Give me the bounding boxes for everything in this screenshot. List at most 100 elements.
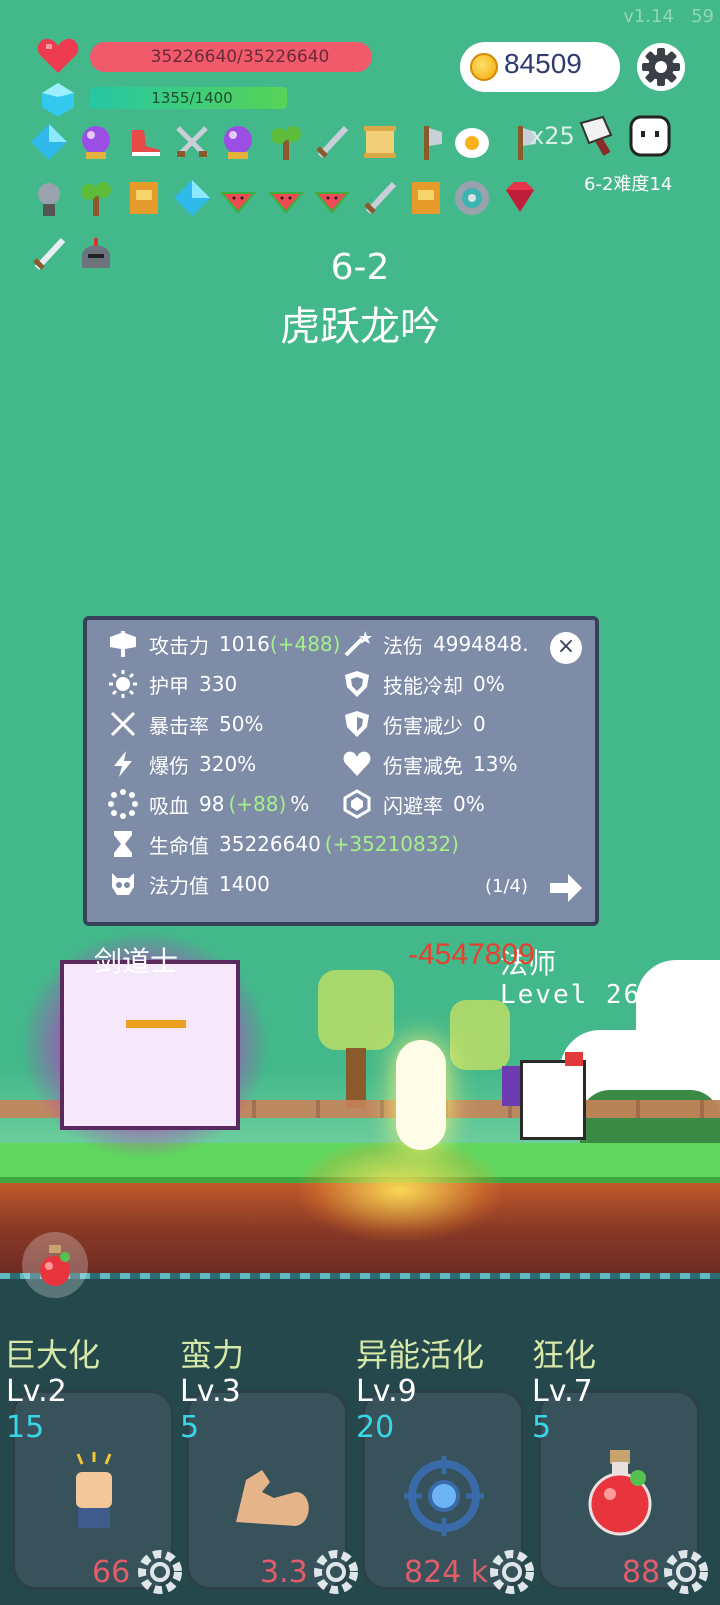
tree-top: [450, 1000, 510, 1070]
stat-crit-damage: 爆伤 320%: [105, 744, 345, 784]
water-line: [0, 1273, 720, 1279]
hourglass-icon: [105, 829, 141, 859]
skill-level: Lv.7: [532, 1374, 593, 1409]
coin-icon: [470, 53, 498, 81]
mp-text: 1355/1400: [151, 89, 233, 107]
target-icon: [404, 1456, 484, 1540]
heart-outline-icon: [339, 749, 375, 779]
player-name: 剑道士: [94, 945, 179, 978]
shield-disc-icon[interactable]: [450, 176, 494, 220]
crossed-swords-icon[interactable]: [170, 120, 214, 164]
auto-cast-gear-icon[interactable]: [138, 1550, 182, 1594]
stats-col-left: 攻击力 1016 (+488) 护甲 330 暴击率 50% 爆伤 320% 吸…: [105, 624, 459, 904]
player-character: [60, 960, 240, 1130]
skill-cost: 5: [180, 1410, 200, 1445]
page-indicator: (1/4): [485, 876, 529, 897]
ruby-icon[interactable]: [498, 176, 542, 220]
potion-icon: [584, 1448, 656, 1540]
watermelon-icon[interactable]: [264, 176, 308, 220]
stat-mana: 法力值 1400: [105, 864, 345, 904]
settings-gear-button[interactable]: [636, 42, 686, 92]
shield-icon: [339, 709, 375, 739]
skill-cost: 20: [356, 1410, 395, 1445]
stat-damage-immune: 伤害减免 13%: [339, 744, 589, 784]
muscle-icon: [226, 1462, 316, 1536]
stage-number: 6-2: [330, 247, 390, 288]
tree-icon[interactable]: [74, 176, 118, 220]
auto-cast-gear-icon[interactable]: [490, 1550, 534, 1594]
inventory-count: x25: [530, 122, 575, 150]
stat-hp: 生命值 35226640 (+35210832): [105, 824, 505, 864]
stat-armor: 护甲 330: [105, 664, 345, 704]
crystal-ball-icon[interactable]: [74, 120, 118, 164]
medal-icon[interactable]: [27, 176, 71, 220]
diamond-icon[interactable]: [170, 176, 214, 220]
stat-lifesteal: 吸血 98 (+88) %: [105, 784, 345, 824]
cleaver-icon: [574, 112, 622, 160]
skill-name: 巨大化: [4, 1336, 101, 1374]
book-icon[interactable]: [122, 176, 166, 220]
dots-circle-icon: [105, 789, 141, 819]
sun-icon: [105, 669, 141, 699]
tree-top: [318, 970, 394, 1050]
bush: [580, 1090, 720, 1150]
tree-trunk: [346, 1048, 366, 1108]
skill-charge: 66: [92, 1555, 131, 1590]
lightning-icon: [105, 749, 141, 779]
stat-dodge: 闪避率 0%: [339, 784, 589, 824]
fist-icon: [64, 1452, 124, 1536]
stat-damage-reduce: 伤害减少 0: [339, 704, 589, 744]
tree-icon[interactable]: [264, 120, 308, 164]
auto-cast-gear-icon[interactable]: [664, 1550, 708, 1594]
close-button[interactable]: ×: [550, 632, 582, 664]
skill-name: 异能活化: [356, 1336, 485, 1374]
skull-icon: [105, 869, 141, 899]
diamond-icon[interactable]: [27, 120, 71, 164]
skill-level: Lv.2: [6, 1374, 67, 1409]
crossed-swords-icon: [105, 709, 141, 739]
stat-cooldown: 技能冷却 0%: [339, 664, 589, 704]
next-page-arrow-button[interactable]: [548, 872, 584, 908]
heart-icon: [36, 34, 80, 78]
enemy-bow: [565, 1052, 583, 1066]
skill-cost: 15: [6, 1410, 45, 1445]
stat-attack: 攻击力 1016 (+488): [105, 624, 345, 664]
scroll-icon[interactable]: [358, 120, 402, 164]
enemy-staff: [502, 1066, 520, 1106]
player-eyes: [126, 1020, 186, 1028]
book-icon[interactable]: [404, 176, 448, 220]
magic-wand-icon: [339, 629, 375, 659]
potion-button[interactable]: [22, 1232, 88, 1298]
axe-icon: [105, 629, 141, 659]
fried-egg-icon[interactable]: [450, 120, 494, 164]
watermelon-icon[interactable]: [216, 176, 260, 220]
coin-amount: 84509: [504, 48, 582, 79]
auto-cast-gear-icon[interactable]: [314, 1550, 358, 1594]
damage-number: -4547809: [408, 938, 535, 971]
ghost-boss-icon: [626, 112, 674, 160]
axe-icon[interactable]: [404, 120, 448, 164]
sword-icon[interactable]: [358, 176, 402, 220]
watermelon-icon[interactable]: [310, 176, 354, 220]
boot-icon[interactable]: [122, 120, 166, 164]
skill-charge: 3.3: [260, 1555, 308, 1590]
energy-blast: [396, 1040, 446, 1150]
skill-name: 蛮力: [180, 1336, 245, 1374]
explosion-glow: [300, 1140, 500, 1240]
skill-level: Lv.9: [356, 1374, 417, 1409]
enemy-character: [520, 1060, 586, 1140]
stat-crit-rate: 暴击率 50%: [105, 704, 345, 744]
skill-charge: 88: [622, 1555, 661, 1590]
skill-level: Lv.3: [180, 1374, 241, 1409]
version-label: v1.14 59: [623, 6, 714, 27]
sword-icon[interactable]: [310, 120, 354, 164]
boss-difficulty: 6-2难度14: [584, 174, 673, 195]
crystal-icon: [36, 78, 80, 122]
skill-charge: 824 k: [404, 1555, 489, 1590]
stage-name: 虎跃龙吟: [280, 304, 440, 350]
shield-icon: [339, 669, 375, 699]
enemy-level: Level 26: [500, 980, 642, 1010]
crystal-ball-icon[interactable]: [216, 120, 260, 164]
hp-text: 35226640/35226640: [150, 47, 330, 67]
skill-name: 狂化: [532, 1336, 597, 1374]
